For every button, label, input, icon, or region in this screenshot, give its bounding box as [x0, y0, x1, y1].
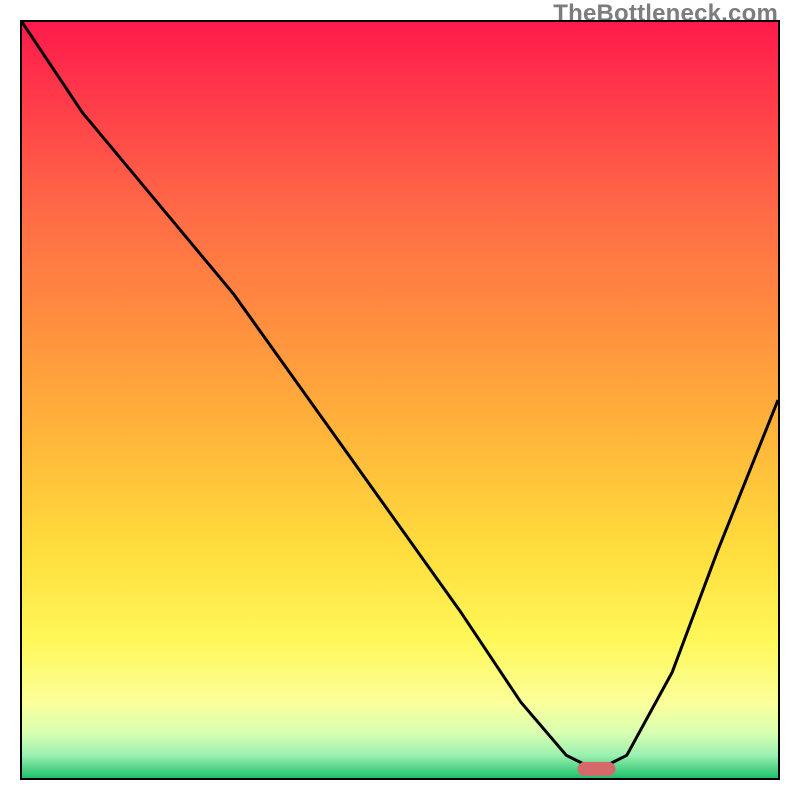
chart-stage: TheBottleneck.com — [0, 0, 800, 800]
heat-gradient — [22, 22, 778, 778]
optimal-marker — [578, 762, 616, 776]
plot-svg — [22, 22, 778, 778]
plot-frame — [20, 20, 780, 780]
